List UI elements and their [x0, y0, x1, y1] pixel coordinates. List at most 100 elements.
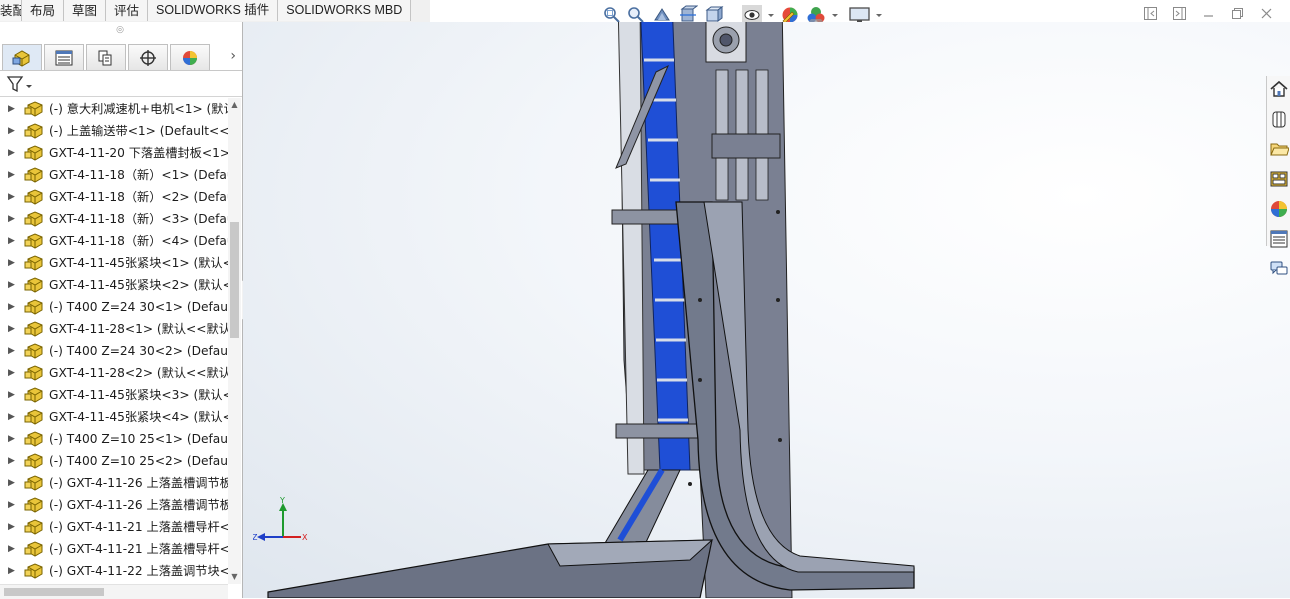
featuremanager-tab[interactable]: [2, 44, 42, 70]
propertymanager-tab[interactable]: [44, 44, 84, 70]
tree-item[interactable]: ▶ GXT-4-11-45张紧块<4> (默认<: [0, 406, 228, 428]
displaymanager-tab[interactable]: [170, 44, 210, 70]
component-icon: [24, 563, 43, 579]
expand-arrow-icon[interactable]: ▶: [8, 406, 15, 428]
feature-manager-panel: ◎ › ▶ (-) 意大利减速机+电机<1> (默认 ▶ (-) 上盖输送带<1> (…: [0, 22, 243, 599]
component-icon: [24, 343, 43, 359]
view-palette-icon[interactable]: [1269, 169, 1289, 189]
forum-icon[interactable]: [1269, 259, 1289, 279]
conveyor-assembly-model[interactable]: [243, 22, 1290, 598]
command-manager-tabs: 装配体 布局 草图 评估 SOLIDWORKS 插件 SOLIDWORKS MB…: [0, 0, 430, 23]
maximize-icon[interactable]: [1230, 6, 1245, 21]
expand-arrow-icon[interactable]: ▶: [8, 164, 15, 186]
component-icon: [24, 497, 43, 513]
tree-item[interactable]: ▶ (-) GXT-4-11-26 上落盖槽调节板: [0, 494, 228, 516]
expand-arrow-icon[interactable]: ▶: [8, 560, 15, 582]
restore-left-icon[interactable]: [1143, 6, 1158, 21]
graphics-area[interactable]: Y X Z: [243, 22, 1290, 598]
tree-item[interactable]: ▶ (-) T400 Z=24 30<2> (Default<: [0, 340, 228, 362]
expand-arrow-icon[interactable]: ▶: [8, 538, 15, 560]
expand-arrow-icon[interactable]: ▶: [8, 142, 15, 164]
expand-arrow-icon[interactable]: ▶: [8, 362, 15, 384]
dimxpertmanager-tab[interactable]: [128, 44, 168, 70]
scrollbar-thumb[interactable]: [4, 588, 104, 596]
tree-item[interactable]: ▶ (-) GXT-4-11-26 上落盖槽调节板: [0, 472, 228, 494]
tree-item[interactable]: ▶ (-) T400 Z=24 30<1> (Default<: [0, 296, 228, 318]
panel-grip-icon[interactable]: ◎: [116, 26, 124, 35]
configuration-icon: [98, 50, 112, 65]
expand-arrow-icon[interactable]: ▶: [8, 340, 15, 362]
design-library-icon[interactable]: [1269, 109, 1289, 129]
tree-item[interactable]: ▶ (-) T400 Z=10 25<2> (Default<: [0, 450, 228, 472]
expand-arrow-icon[interactable]: ▶: [8, 120, 15, 142]
scroll-up-icon[interactable]: ▲: [229, 100, 240, 110]
manager-tabs: [0, 44, 242, 71]
component-icon: [24, 541, 43, 557]
component-icon: [24, 167, 43, 183]
scrollbar-thumb[interactable]: [230, 222, 239, 338]
tree-item[interactable]: ▶ (-) 意大利减速机+电机<1> (默认: [0, 98, 228, 120]
tab-solidworks-mbd[interactable]: SOLIDWORKS MBD: [278, 0, 412, 21]
tab-sketch[interactable]: 草图: [64, 0, 107, 21]
tree-item-label: (-) T400 Z=24 30<1> (Default<: [49, 300, 228, 314]
tree-horizontal-scrollbar[interactable]: [0, 584, 228, 599]
expand-arrow-icon[interactable]: ▶: [8, 494, 15, 516]
component-icon: [24, 519, 43, 535]
expand-arrow-icon[interactable]: ▶: [8, 208, 15, 230]
tree-item-label: (-) T400 Z=10 25<2> (Default<: [49, 454, 228, 468]
tree-item[interactable]: ▶ GXT-4-11-20 下落盖槽封板<1>: [0, 142, 228, 164]
tree-item[interactable]: ▶ GXT-4-11-45张紧块<3> (默认<: [0, 384, 228, 406]
tab-layout[interactable]: 布局: [22, 0, 65, 21]
window-controls: [1143, 6, 1274, 21]
tree-item-label: (-) T400 Z=10 25<1> (Default<: [49, 432, 228, 446]
tree-item-label: (-) GXT-4-11-26 上落盖槽调节板: [49, 498, 228, 512]
file-explorer-icon[interactable]: [1269, 139, 1290, 159]
close-icon[interactable]: [1259, 6, 1274, 21]
tree-item[interactable]: ▶ GXT-4-11-18（新）<1> (Defau: [0, 164, 228, 186]
tree-item[interactable]: ▶ GXT-4-11-18（新）<2> (Defau: [0, 186, 228, 208]
expand-arrow-icon[interactable]: ▶: [8, 274, 15, 296]
tree-item[interactable]: ▶ (-) 上盖输送带<1> (Default<<D: [0, 120, 228, 142]
tab-evaluate[interactable]: 评估: [106, 0, 149, 21]
tree-vertical-scrollbar[interactable]: ▲ ▼: [228, 98, 241, 584]
expand-arrow-icon[interactable]: ▶: [8, 516, 15, 538]
expand-arrow-icon[interactable]: ▶: [8, 472, 15, 494]
tree-item-label: GXT-4-11-20 下落盖槽封板<1>: [49, 146, 228, 160]
expand-arrow-icon[interactable]: ▶: [8, 186, 15, 208]
component-icon: [24, 277, 43, 293]
tree-item-label: (-) GXT-4-11-21 上落盖槽导杆<: [49, 542, 228, 556]
tree-item[interactable]: ▶ GXT-4-11-28<1> (默认<<默认>: [0, 318, 228, 340]
expand-arrow-icon[interactable]: ▶: [8, 450, 15, 472]
expand-arrow-icon[interactable]: ▶: [8, 252, 15, 274]
tab-solidworks-addins[interactable]: SOLIDWORKS 插件: [148, 0, 279, 21]
expand-arrow-icon[interactable]: ▶: [8, 428, 15, 450]
custom-properties-icon[interactable]: [1269, 229, 1289, 249]
minimize-icon[interactable]: [1201, 6, 1216, 21]
tree-item[interactable]: ▶ (-) GXT-4-11-21 上落盖槽导杆<: [0, 538, 228, 560]
tree-item[interactable]: ▶ (-) T400 Z=10 25<1> (Default<: [0, 428, 228, 450]
expand-arrow-icon[interactable]: ▶: [8, 230, 15, 252]
expand-arrow-icon[interactable]: ▶: [8, 98, 15, 120]
tab-assembly[interactable]: 装配体: [0, 0, 22, 21]
tree-item[interactable]: ▶ GXT-4-11-18（新）<4> (Defau: [0, 230, 228, 252]
tree-item[interactable]: ▶ GXT-4-11-18（新）<3> (Defau: [0, 208, 228, 230]
scroll-down-icon[interactable]: ▼: [229, 572, 240, 582]
expand-arrow-icon[interactable]: ▶: [8, 296, 15, 318]
tree-item[interactable]: ▶ GXT-4-11-45张紧块<1> (默认<: [0, 252, 228, 274]
triad-z-label: Z: [253, 533, 258, 542]
home-icon[interactable]: [1269, 79, 1289, 99]
display-manager-icon: [183, 50, 197, 65]
tree-item[interactable]: ▶ (-) GXT-4-11-22 上落盖调节块<: [0, 560, 228, 582]
appearances-icon[interactable]: [1269, 199, 1289, 219]
tree-item[interactable]: ▶ GXT-4-11-45张紧块<2> (默认<: [0, 274, 228, 296]
expand-arrow-icon[interactable]: ▶: [8, 384, 15, 406]
expand-arrow-icon[interactable]: ▶: [8, 318, 15, 340]
configurationmanager-tab[interactable]: [86, 44, 126, 70]
tree-item[interactable]: ▶ (-) GXT-4-11-21 上落盖槽导杆<: [0, 516, 228, 538]
divider: [0, 96, 242, 97]
tree-item[interactable]: ▶ GXT-4-11-28<2> (默认<<默认>: [0, 362, 228, 384]
restore-right-icon[interactable]: [1172, 6, 1187, 21]
tree-item-label: (-) 意大利减速机+电机<1> (默认: [49, 102, 228, 116]
chevron-right-icon[interactable]: ›: [230, 48, 236, 64]
filter-icon[interactable]: [6, 74, 36, 94]
